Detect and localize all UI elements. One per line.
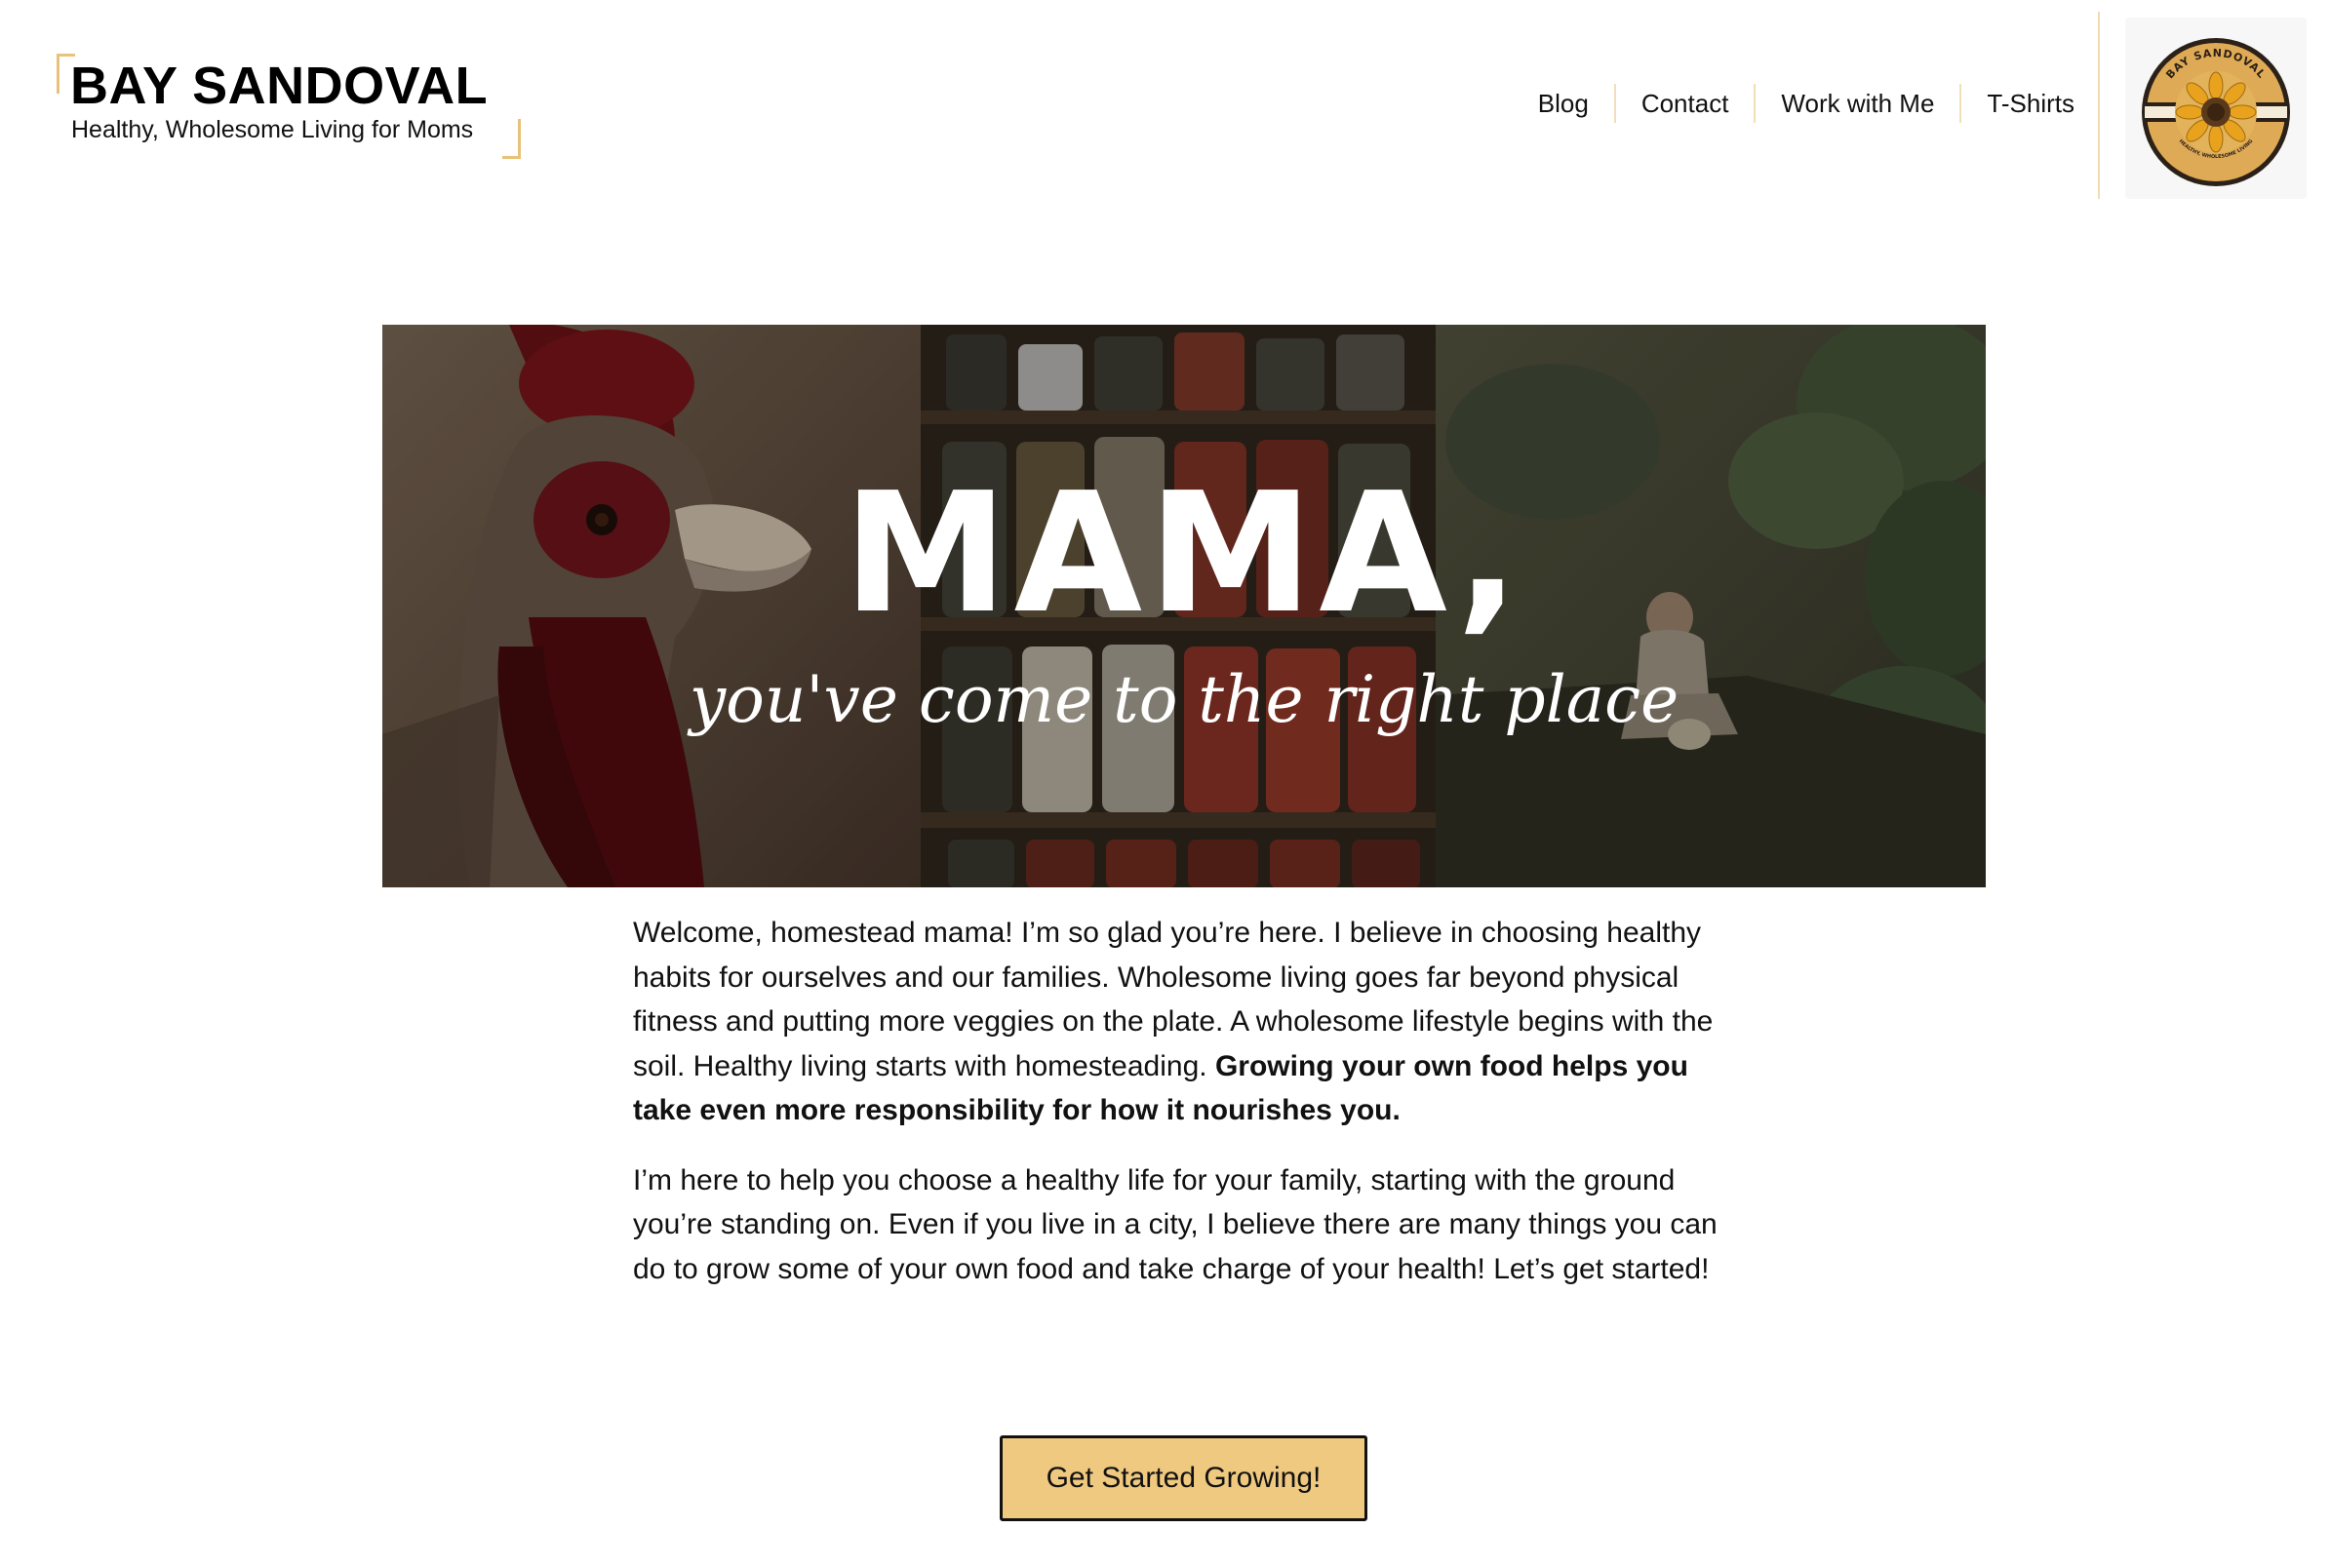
site-tagline: Healthy, Wholesome Living for Moms <box>71 116 474 143</box>
nav-item-t-shirts[interactable]: T-Shirts <box>1959 84 2074 123</box>
intro-content: Welcome, homestead mama! I’m so glad you… <box>633 911 1755 1291</box>
site-branding[interactable]: BAY SANDOVAL Healthy, Wholesome Living f… <box>57 54 521 159</box>
intro-paragraph-1: Welcome, homestead mama! I’m so glad you… <box>633 911 1755 1133</box>
hero-title: MAMA, <box>843 457 1525 650</box>
nav-item-blog[interactable]: Blog <box>1513 84 1614 123</box>
nav-item-work-with-me[interactable]: Work with Me <box>1754 84 1959 123</box>
hero-banner: MAMA, you've come to the right place <box>382 325 1986 887</box>
hero-subtitle: you've come to the right place <box>689 662 1679 737</box>
nav-item-contact[interactable]: Contact <box>1613 84 1755 123</box>
sunflower-badge-icon: BAY SANDOVAL HEALTHY, WHOLESOME LIVING <box>2142 38 2290 186</box>
bracket-bottom-right <box>502 119 521 159</box>
site-title[interactable]: BAY SANDOVAL <box>70 56 488 116</box>
logo-badge[interactable]: BAY SANDOVAL HEALTHY, WHOLESOME LIVING <box>2125 18 2307 199</box>
main-navigation: Blog Contact Work with Me T-Shirts <box>1513 84 2074 123</box>
intro-paragraph-2: I’m here to help you choose a healthy li… <box>633 1163 1718 1285</box>
header-divider <box>2098 12 2100 199</box>
get-started-button[interactable]: Get Started Growing! <box>1000 1435 1367 1521</box>
